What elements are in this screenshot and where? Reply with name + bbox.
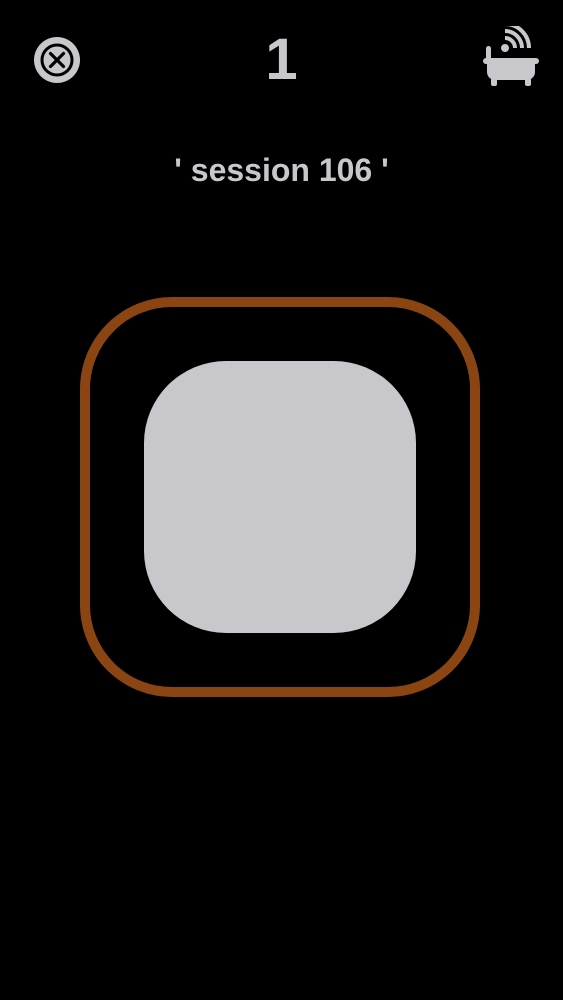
bath-button[interactable] (480, 26, 542, 88)
bathtub-wifi-icon (483, 26, 539, 86)
tap-square[interactable] (144, 361, 416, 633)
session-label: ' session 106 ' (174, 152, 389, 188)
counter-number: 1 (265, 27, 298, 92)
